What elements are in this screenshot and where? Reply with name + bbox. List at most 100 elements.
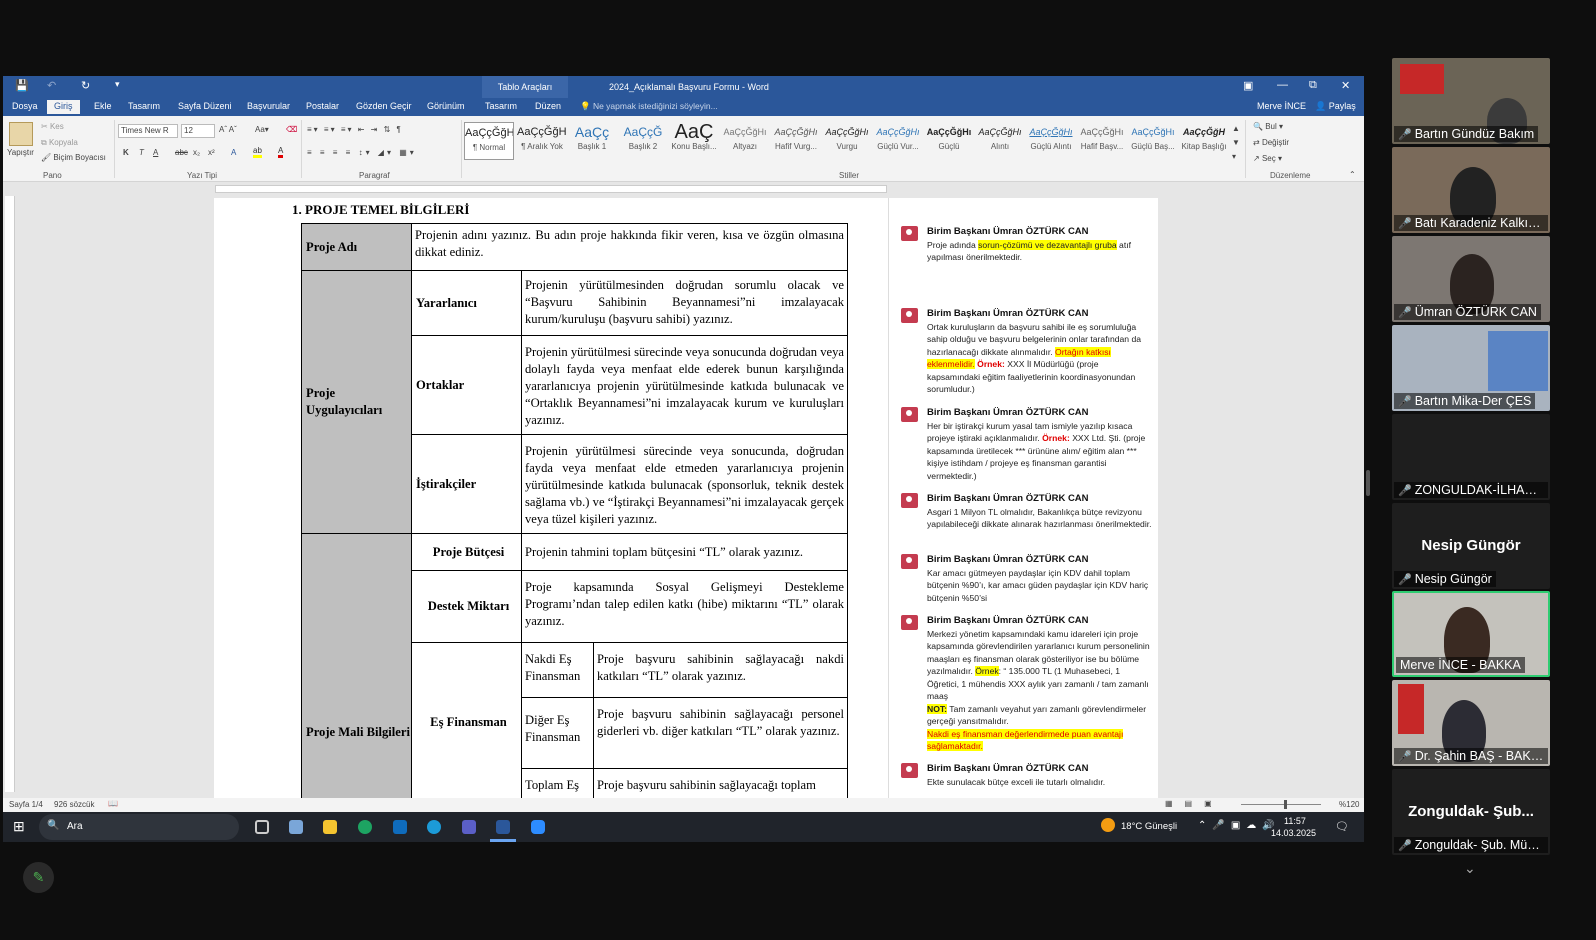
participant-tile[interactable]: 🎤 Batı Karadeniz Kalkın...: [1392, 147, 1550, 233]
cell-istirakciler-text[interactable]: Projenin yürütülmesi sürecinde veya sonu…: [521, 434, 848, 534]
participant-tile[interactable]: 🎤 ZONGULDAK-İLHAN ...: [1392, 414, 1550, 500]
word-icon[interactable]: [496, 820, 510, 834]
cell-proje-adi-text[interactable]: Projenin adını yazınız. Bu adın proje ha…: [411, 223, 848, 271]
underline-icon[interactable]: A: [153, 148, 158, 157]
cut-button[interactable]: ✂ Kes: [41, 122, 64, 131]
tab-gozden-gecir[interactable]: Gözden Geçir: [356, 101, 412, 111]
tab-postalar[interactable]: Postalar: [306, 101, 339, 111]
style-guclu-basvuru[interactable]: AaÇçĞğHı Güçlü Baş...: [1128, 122, 1178, 160]
comment[interactable]: Birim Başkanı Ümran ÖZTÜRK CAN Ekte sunu…: [899, 763, 1153, 788]
redo-icon[interactable]: ↻: [81, 79, 90, 92]
minimize-icon[interactable]: —: [1277, 79, 1288, 91]
superscript-icon[interactable]: x²: [208, 148, 215, 157]
font-name-select[interactable]: Times New R: [118, 124, 178, 138]
comment[interactable]: Birim Başkanı Ümran ÖZTÜRK CAN Kar amacı…: [899, 554, 1153, 604]
paste-icon[interactable]: [9, 122, 33, 146]
notification-icon[interactable]: 🗨: [1335, 820, 1349, 833]
cell-diger-text[interactable]: Proje başvuru sahibinin sağlayacağı pers…: [593, 697, 848, 769]
weather-text[interactable]: 18°C Güneşli: [1121, 821, 1177, 832]
styles-scroll-icon[interactable]: ▲ ▼ ▾: [1232, 122, 1240, 164]
comment[interactable]: Birim Başkanı Ümran ÖZTÜRK CAN Asgari 1 …: [899, 493, 1153, 531]
font-size-select[interactable]: 12: [181, 124, 215, 138]
file-explorer-icon[interactable]: [323, 820, 337, 834]
participant-tile-active[interactable]: Merve İNCE - BAKKA: [1392, 591, 1550, 677]
style-hafif-basvuru[interactable]: AaÇçĞğHı Hafif Başv...: [1077, 122, 1127, 160]
task-view-icon[interactable]: [255, 820, 269, 834]
cell-ortaklar-text[interactable]: Projenin yürütülmesi sürecinde veya sonu…: [521, 335, 848, 435]
zoom-thumb[interactable]: [1284, 800, 1287, 809]
splitter-handle[interactable]: [1366, 470, 1370, 496]
windows-start-icon[interactable]: ⊞: [13, 818, 25, 835]
page-count[interactable]: Sayfa 1/4: [9, 800, 43, 809]
italic-icon[interactable]: T: [139, 148, 144, 157]
comment[interactable]: Birim Başkanı Ümran ÖZTÜRK CAN Ortak kur…: [899, 308, 1153, 396]
style-guclu-alinti[interactable]: AaÇçĞğHı Güçlü Alıntı: [1026, 122, 1076, 160]
save-icon[interactable]: 💾: [15, 79, 29, 92]
style-guclu-vurgu[interactable]: AaÇçĞğHı Güçlü Vur...: [873, 122, 923, 160]
app-icon[interactable]: [289, 820, 303, 834]
participant-tile[interactable]: Zonguldak- Şub... 🎤 Zonguldak- Şub. Müd..…: [1392, 769, 1550, 855]
cell-destek-text[interactable]: Proje kapsamında Sosyal Gelişmeyi Destek…: [521, 570, 848, 643]
proofing-icon[interactable]: 📖: [108, 799, 118, 808]
tray-icons[interactable]: ⌃🎤▣☁🔊: [1198, 820, 1281, 831]
copy-button[interactable]: ⧉ Kopyala: [41, 138, 78, 148]
select-button[interactable]: ↗ Seç ▾: [1253, 154, 1282, 163]
customize-icon[interactable]: ▾: [115, 79, 120, 90]
style-altyazi[interactable]: AaÇçĞğHı Altyazı: [720, 122, 770, 160]
gallery-scroll-down-icon[interactable]: ⌄: [1464, 860, 1476, 877]
participant-tile[interactable]: Nesip Güngör 🎤 Nesip Güngör: [1392, 503, 1550, 589]
teams-icon[interactable]: [462, 820, 476, 834]
style-vurgu[interactable]: AaÇçĞğHı Vurgu: [822, 122, 872, 160]
cell-butce-text[interactable]: Projenin tahmini toplam bütçesini “TL” o…: [521, 533, 848, 571]
chrome-icon[interactable]: [358, 820, 372, 834]
clock-date[interactable]: 14.03.2025: [1271, 828, 1316, 838]
zoom-slider[interactable]: [1241, 804, 1321, 805]
style-hafif-vurgu[interactable]: AaÇçĞğHı Hafif Vurg...: [771, 122, 821, 160]
restore-icon[interactable]: ⧉: [1309, 79, 1317, 92]
style-aralik-yok[interactable]: AaÇçĞğHı ¶ Aralık Yok: [517, 122, 567, 160]
zoom-icon[interactable]: [531, 820, 545, 834]
participant-tile[interactable]: 🎤 Bartın Gündüz Bakım: [1392, 58, 1550, 144]
zoom-level[interactable]: %120: [1339, 800, 1359, 809]
style-konu-basligi[interactable]: AaÇ Konu Başlı...: [669, 122, 719, 160]
comment[interactable]: Birim Başkanı Ümran ÖZTÜRK CAN Her bir i…: [899, 407, 1153, 482]
subscript-icon[interactable]: x₂: [193, 148, 200, 157]
tab-duzen[interactable]: Düzen: [535, 101, 561, 111]
style-guclu[interactable]: AaÇçĞğHı Güçlü: [924, 122, 974, 160]
highlight-icon[interactable]: ab: [253, 146, 262, 158]
comment[interactable]: Birim Başkanı Ümran ÖZTÜRK CAN Proje adı…: [899, 226, 1153, 264]
style-baslik-2[interactable]: AaÇçĞ Başlık 2: [618, 122, 668, 160]
cell-nakdi-text[interactable]: Proje başvuru sahibinin sağlayacağı nakd…: [593, 642, 848, 698]
tab-tasarim[interactable]: Tasarım: [128, 101, 160, 111]
clock-time[interactable]: 11:57: [1284, 816, 1306, 826]
format-painter-button[interactable]: 🖌 Biçim Boyacısı: [41, 153, 106, 162]
align-icons[interactable]: ≡ ≡ ≡ ≡ ↕▾ ◢▾ ▦▾: [307, 148, 417, 157]
document-page[interactable]: 1. PROJE TEMEL BİLGİLERİ Proje Adı Proje…: [214, 198, 888, 803]
participant-tile[interactable]: 🎤 Bartın Mika-Der ÇES: [1392, 325, 1550, 411]
font-grow-icon[interactable]: Aˆ Aˇ: [219, 125, 237, 134]
tab-gorunum[interactable]: Görünüm: [427, 101, 465, 111]
clear-format-icon[interactable]: ⌫: [286, 125, 297, 134]
outlook-icon[interactable]: [393, 820, 407, 834]
cell-yararlanici-text[interactable]: Projenin yürütülmesinden doğrudan soruml…: [521, 270, 848, 336]
ribbon-display-icon[interactable]: ▣: [1243, 79, 1253, 92]
style-alinti[interactable]: AaÇçĞğHı Alıntı: [975, 122, 1025, 160]
close-icon[interactable]: ✕: [1341, 79, 1350, 92]
bold-icon[interactable]: K: [123, 148, 129, 157]
find-button[interactable]: 🔍 Bul ▾: [1253, 122, 1283, 131]
share-button[interactable]: 👤 Paylaş: [1315, 101, 1356, 112]
annotate-pencil-icon[interactable]: ✎: [23, 862, 54, 893]
paste-button[interactable]: Yapıştır: [7, 148, 34, 157]
tab-ekle[interactable]: Ekle: [94, 101, 112, 111]
edge-icon[interactable]: [427, 820, 441, 834]
tab-tablo-tasarim[interactable]: Tasarım: [485, 101, 517, 111]
comment[interactable]: Birim Başkanı Ümran ÖZTÜRK CAN Merkezi y…: [899, 615, 1153, 753]
change-case-icon[interactable]: Aa▾: [255, 125, 269, 134]
tab-giris[interactable]: Giriş: [47, 100, 80, 114]
font-color-icon[interactable]: A: [278, 146, 284, 158]
user-name[interactable]: Merve İNCE: [1257, 101, 1306, 111]
participant-tile[interactable]: 🎤 Ümran ÖZTÜRK CAN: [1392, 236, 1550, 322]
undo-icon[interactable]: ↶: [47, 79, 56, 92]
view-mode-icons[interactable]: ▦▤▣: [1165, 799, 1224, 808]
style-kitap-basligi[interactable]: AaÇçĞğH Kitap Başlığı: [1179, 122, 1229, 160]
